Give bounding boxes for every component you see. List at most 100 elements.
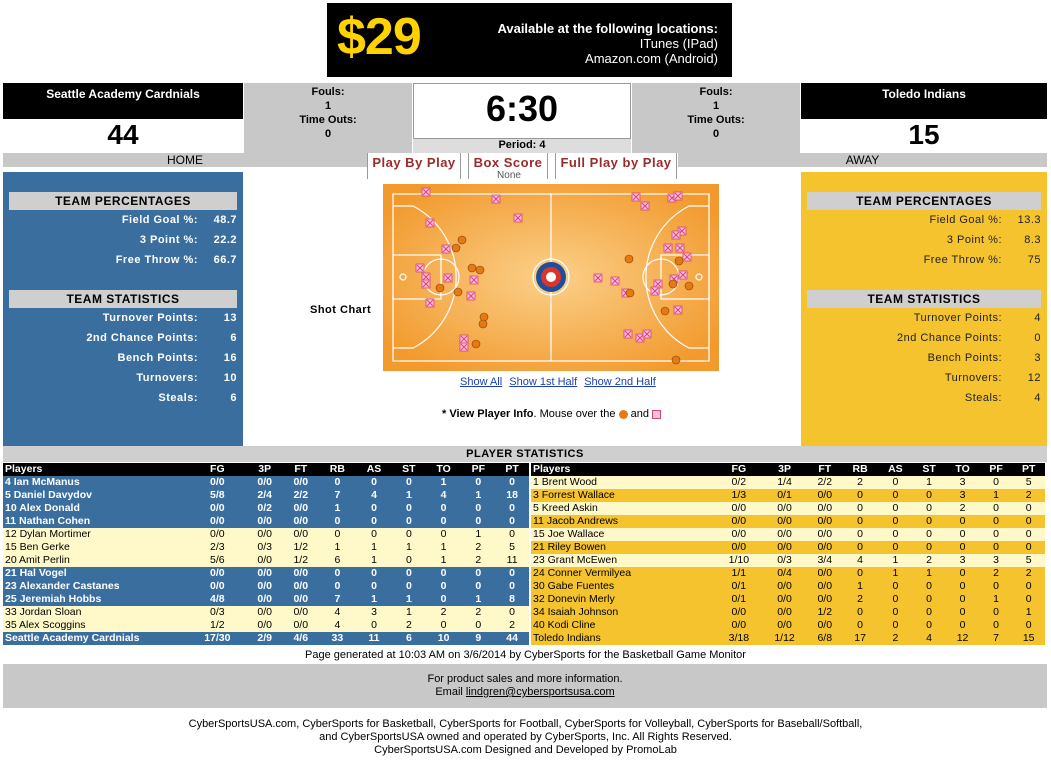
table-row[interactable]: 5 Kreed Askin 0/0 0/0 0/0 0 0 0 2 0 0 <box>531 502 1045 515</box>
table-row[interactable]: 21 Hal Vogel 0/0 0/0 0/0 0 0 0 0 0 0 <box>3 567 529 580</box>
total-cell: 2/9 <box>257 632 273 644</box>
table-row[interactable]: 1 Brent Wood 0/2 1/4 2/2 2 0 1 3 0 5 <box>531 476 1045 489</box>
email-link[interactable]: lindgren@cybersportsusa.com <box>466 686 615 698</box>
orange-ball-icon[interactable] <box>625 288 635 298</box>
ad-banner[interactable]: $29 Available at the following locations… <box>327 3 732 77</box>
pink-x-icon[interactable] <box>675 243 685 253</box>
pink-x-icon[interactable] <box>421 279 431 289</box>
table-row[interactable]: 10 Alex Donald 0/0 0/2 0/0 1 0 0 0 0 0 <box>3 502 529 515</box>
orange-ball-icon[interactable] <box>471 339 481 349</box>
pink-x-icon[interactable] <box>678 270 688 280</box>
table-row[interactable]: 3 Forrest Wallace 1/3 0/1 0/0 0 0 0 3 1 2 <box>531 489 1045 502</box>
player-name[interactable]: 30 Gabe Fuentes <box>531 580 716 593</box>
pink-x-icon[interactable] <box>425 218 435 228</box>
orange-ball-icon[interactable] <box>660 306 670 316</box>
player-name[interactable]: 4 Ian McManus <box>3 476 188 489</box>
pink-x-icon[interactable] <box>443 273 453 283</box>
table-row[interactable]: 4 Ian McManus 0/0 0/0 0/0 0 0 0 1 0 0 <box>3 476 529 489</box>
pink-x-icon[interactable] <box>421 187 431 197</box>
table-row[interactable]: 11 Nathan Cohen 0/0 0/0 0/0 0 0 0 0 0 0 <box>3 515 529 528</box>
orange-ball-icon[interactable] <box>674 256 684 266</box>
table-row[interactable]: 11 Jacob Andrews 0/0 0/0 0/0 0 0 0 0 0 0 <box>531 515 1045 528</box>
orange-ball-icon[interactable] <box>478 319 488 329</box>
pink-x-icon[interactable] <box>425 298 435 308</box>
orange-ball-icon[interactable] <box>624 254 634 264</box>
table-row[interactable]: 40 Kodi Cline 0/0 0/0 0/0 0 0 0 0 0 0 <box>531 619 1045 632</box>
player-name[interactable]: 33 Jordan Sloan <box>3 606 188 619</box>
player-name[interactable]: 11 Jacob Andrews <box>531 515 716 528</box>
table-row[interactable]: 35 Alex Scoggins 1/2 0/0 0/0 4 0 2 0 0 2 <box>3 619 529 632</box>
pink-x-icon[interactable] <box>631 192 641 202</box>
orange-ball-icon[interactable] <box>668 279 678 289</box>
pink-x-icon[interactable] <box>415 263 425 273</box>
player-name[interactable]: 24 Conner Vermilyea <box>531 567 716 580</box>
player-name[interactable]: 25 Jeremiah Hobbs <box>3 593 188 606</box>
player-name[interactable]: 40 Kodi Cline <box>531 619 716 632</box>
player-name[interactable]: 12 Dylan Mortimer <box>3 528 188 541</box>
table-row[interactable]: 5 Daniel Davydov 5/8 2/4 2/2 7 4 1 4 1 18 <box>3 489 529 502</box>
pink-x-icon[interactable] <box>640 201 650 211</box>
pink-x-icon[interactable] <box>682 252 692 262</box>
player-name[interactable]: 11 Nathan Cohen <box>3 515 188 528</box>
show-1st-half-link[interactable]: Show 1st Half <box>509 376 577 388</box>
pink-x-icon[interactable] <box>466 291 476 301</box>
shot-chart-court[interactable] <box>383 184 719 371</box>
player-name[interactable]: 15 Ben Gerke <box>3 541 188 554</box>
table-row[interactable]: 34 Isaiah Johnson 0/0 0/0 1/2 0 0 0 0 0 1 <box>531 606 1045 619</box>
pink-x-icon[interactable] <box>650 286 660 296</box>
pink-x-icon[interactable] <box>469 275 479 285</box>
pink-x-icon[interactable] <box>441 244 451 254</box>
table-row[interactable]: 20 Amit Perlin 5/6 0/0 1/2 6 1 0 1 2 11 <box>3 554 529 567</box>
table-row[interactable]: 32 Donevin Merly 0/1 0/0 0/0 2 0 0 0 1 0 <box>531 593 1045 606</box>
table-row[interactable]: 15 Joe Wallace 0/0 0/0 0/0 0 0 0 0 0 0 <box>531 528 1045 541</box>
player-name[interactable]: 15 Joe Wallace <box>531 528 716 541</box>
orange-ball-icon[interactable] <box>435 283 445 293</box>
table-row[interactable]: 33 Jordan Sloan 0/3 0/0 0/0 4 3 1 2 2 0 <box>3 606 529 619</box>
orange-ball-icon[interactable] <box>451 243 461 253</box>
pink-x-icon[interactable] <box>459 334 469 344</box>
table-row[interactable]: 23 Alexander Castanes 0/0 0/0 0/0 0 0 0 0 0 0 <box>3 580 529 593</box>
table-row[interactable]: 24 Conner Vermilyea 1/1 0/4 0/0 0 1 1 0 2 2 <box>531 567 1045 580</box>
table-row[interactable]: 21 Riley Bowen 0/0 0/0 0/0 0 0 0 0 0 0 <box>531 541 1045 554</box>
pink-x-icon[interactable] <box>610 276 620 286</box>
pink-x-icon[interactable] <box>491 194 501 204</box>
tab-play-by-play[interactable]: Play By Play <box>367 153 461 179</box>
table-row[interactable]: 25 Jeremiah Hobbs 4/8 0/0 0/0 7 1 1 0 1 8 <box>3 593 529 606</box>
pink-x-icon[interactable] <box>663 243 673 253</box>
table-row[interactable]: 12 Dylan Mortimer 0/0 0/0 0/0 0 0 0 0 1 0 <box>3 528 529 541</box>
player-name[interactable]: 10 Alex Donald <box>3 502 188 515</box>
orange-ball-icon[interactable] <box>457 235 467 245</box>
orange-ball-icon[interactable] <box>479 312 489 322</box>
show-all-link[interactable]: Show All <box>460 376 502 388</box>
table-row[interactable]: 15 Ben Gerke 2/3 0/3 1/2 1 1 1 1 2 5 <box>3 541 529 554</box>
orange-ball-icon[interactable] <box>453 287 463 297</box>
player-name[interactable]: 21 Riley Bowen <box>531 541 716 554</box>
player-name[interactable]: 23 Grant McEwen <box>531 554 716 567</box>
player-name[interactable]: 3 Forrest Wallace <box>531 489 716 502</box>
player-name[interactable]: 21 Hal Vogel <box>3 567 188 580</box>
player-name[interactable]: 5 Kreed Askin <box>531 502 716 515</box>
pink-x-icon[interactable] <box>513 213 523 223</box>
player-name[interactable]: 35 Alex Scoggins <box>3 619 188 632</box>
orange-ball-icon[interactable] <box>475 265 485 275</box>
orange-ball-icon[interactable] <box>467 263 477 273</box>
table-row[interactable]: 30 Gabe Fuentes 0/1 0/0 0/0 1 0 0 0 0 0 <box>531 580 1045 593</box>
player-name[interactable]: 23 Alexander Castanes <box>3 580 188 593</box>
player-name[interactable]: 20 Amit Perlin <box>3 554 188 567</box>
pink-x-icon[interactable] <box>623 329 633 339</box>
orange-ball-icon[interactable] <box>671 355 681 365</box>
pink-x-icon[interactable] <box>642 329 652 339</box>
pink-x-icon[interactable] <box>673 305 683 315</box>
pink-x-icon[interactable] <box>459 342 469 352</box>
pink-x-icon[interactable] <box>593 273 603 283</box>
player-name[interactable]: 1 Brent Wood <box>531 476 716 489</box>
show-2nd-half-link[interactable]: Show 2nd Half <box>584 376 656 388</box>
player-name[interactable]: 34 Isaiah Johnson <box>531 606 716 619</box>
player-name[interactable]: 5 Daniel Davydov <box>3 489 188 502</box>
orange-ball-icon[interactable] <box>684 281 694 291</box>
table-row[interactable]: 23 Grant McEwen 1/10 0/3 3/4 4 1 2 3 3 5 <box>531 554 1045 567</box>
tab-full-play-by-play[interactable]: Full Play by Play <box>555 153 677 179</box>
pink-x-icon[interactable] <box>673 191 683 201</box>
pink-x-icon[interactable] <box>671 230 681 240</box>
player-name[interactable]: 32 Donevin Merly <box>531 593 716 606</box>
